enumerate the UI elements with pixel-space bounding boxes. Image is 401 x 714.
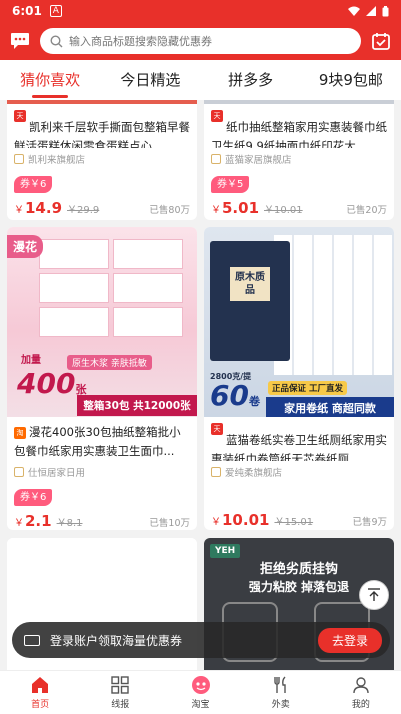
nav-home[interactable]: 首页 xyxy=(0,671,80,714)
price-row: ￥14.9 ￥29.9 已售80万 xyxy=(14,199,190,217)
ad-headline: 拒绝劣质挂钩 xyxy=(259,562,338,577)
product-banner: 家用卷纸 商超同款 xyxy=(266,397,394,417)
original-price: ￥29.9 xyxy=(67,205,100,216)
current-price: ￥14.9 xyxy=(14,199,63,217)
home-icon xyxy=(32,677,49,693)
tab-9-9-free-shipping[interactable]: 9块9包邮 xyxy=(301,60,401,100)
wifi-icon xyxy=(348,6,360,16)
paper-rolls xyxy=(274,235,392,375)
product-card[interactable]: 原木质品 2800克/提 60卷 正品保证 工厂直发 家用卷纸 商超同款 天猫蓝… xyxy=(204,227,394,530)
tmall-badge: 天猫 xyxy=(14,110,26,132)
nav-mine[interactable]: 我的 xyxy=(321,671,401,714)
promo-addon-label: 加量 xyxy=(21,355,41,366)
sold-count: 已售80万 xyxy=(149,205,190,216)
login-prompt-bar: 登录账户领取海量优惠券 去登录 xyxy=(12,622,390,658)
login-prompt-text: 登录账户领取海量优惠券 xyxy=(50,633,183,648)
tab-guess-you-like[interactable]: 猜你喜欢 xyxy=(0,60,100,100)
message-icon[interactable] xyxy=(8,29,32,53)
product-title: 天猫 蓝猫卷纸实卷卫生纸厕纸家用实惠装纸巾卷筒纸无芯卷纸厕... xyxy=(211,423,387,461)
product-card[interactable]: 漫花 原生木浆 亲肤抵敏 加量 400张 整箱30包 共12000张 淘漫花40… xyxy=(7,227,197,530)
signal-icon xyxy=(366,6,376,16)
checkin-calendar-icon[interactable] xyxy=(369,29,393,53)
taobao-badge: 淘 xyxy=(14,427,26,439)
original-price: ￥10.01 xyxy=(264,205,303,216)
battery-icon xyxy=(382,5,389,16)
product-image xyxy=(204,100,394,104)
price-row: ￥5.01 ￥10.01 已售20万 xyxy=(211,199,387,217)
arrow-up-icon xyxy=(368,588,380,601)
tab-today-picks[interactable]: 今日精选 xyxy=(100,60,200,100)
product-title: 淘漫花400张30包抽纸整箱批小包餐巾纸家用实惠装卫生面巾... xyxy=(14,425,181,458)
status-bar: 6:01 A xyxy=(0,0,401,22)
user-icon xyxy=(353,677,369,694)
original-price: ￥8.1 xyxy=(56,518,83,529)
promo-pack-banner: 整箱30包 共12000张 xyxy=(77,395,197,416)
roll-count: 60卷 xyxy=(210,379,260,412)
shop-icon xyxy=(211,154,221,164)
product-card[interactable]: 天猫 凯利来千层软手撕面包整箱早餐鲜活蛋糕休闲零食蛋糕点心... 凯利来旗舰店 券… xyxy=(7,100,197,220)
original-price: ￥15.01 xyxy=(274,517,314,528)
shop-name: 凯利来旗舰店 xyxy=(14,152,190,166)
search-icon xyxy=(50,34,63,47)
product-image: 漫花 原生木浆 亲肤抵敏 加量 400张 整箱30包 共12000张 xyxy=(7,227,197,417)
box-label: 原木质品 xyxy=(230,267,270,301)
category-tabs: 猜你喜欢 今日精选 拼多多 9块9包邮 xyxy=(0,60,401,100)
login-button[interactable]: 去登录 xyxy=(317,627,382,653)
shop-name: 蓝猫家居旗舰店 xyxy=(211,152,387,166)
shop-icon xyxy=(14,154,24,164)
sold-count: 已售20万 xyxy=(346,205,387,216)
sold-count: 已售9万 xyxy=(352,517,387,528)
ticket-icon xyxy=(24,634,40,646)
current-price: ￥10.01 xyxy=(211,511,270,529)
coupon-badge: 券￥6 xyxy=(14,489,53,506)
shop-name: 爱纯柔旗舰店 xyxy=(211,465,387,479)
tmall-badge: 天猫 xyxy=(211,423,223,445)
nav-deals[interactable]: 线报 xyxy=(80,671,160,714)
price-row: ￥2.1 ￥8.1 已售10万 xyxy=(14,512,190,530)
brand-logo: 漫花 xyxy=(7,235,44,258)
bottom-nav: 首页 线报 淘宝 外卖 我的 xyxy=(0,670,401,714)
app-notification-icon: A xyxy=(49,5,62,17)
product-card[interactable]: 天猫 纸巾抽纸整箱家用实惠装餐巾纸卫生纸9.9纸抽面巾纸印花大... 蓝猫家居旗舰… xyxy=(204,100,394,220)
product-box xyxy=(210,241,290,361)
coupon-badge: 券￥5 xyxy=(211,176,250,193)
current-price: ￥5.01 xyxy=(211,199,260,217)
shop-name: 仕恒居家日用 xyxy=(14,465,190,479)
nav-taobao[interactable]: 淘宝 xyxy=(160,671,240,714)
status-icons xyxy=(348,5,389,17)
tissue-packs xyxy=(39,239,189,349)
guarantee-tag: 正品保证 工厂直发 xyxy=(268,381,347,395)
fork-knife-icon xyxy=(274,676,286,693)
coupon-badge: 券￥6 xyxy=(14,176,53,193)
grid-icon xyxy=(111,676,129,694)
sold-count: 已售10万 xyxy=(149,518,190,529)
brand-logo: YEH xyxy=(210,544,241,558)
product-title: 天猫 凯利来千层软手撕面包整箱早餐鲜活蛋糕休闲零食蛋糕点心... xyxy=(14,110,190,148)
tmall-badge: 天猫 xyxy=(211,110,223,132)
product-feed: 天猫 凯利来千层软手撕面包整箱早餐鲜活蛋糕休闲零食蛋糕点心... 凯利来旗舰店 券… xyxy=(0,100,401,670)
taobao-icon xyxy=(191,676,210,694)
shop-icon xyxy=(211,467,221,477)
shop-icon xyxy=(14,467,24,477)
product-title: 天猫 纸巾抽纸整箱家用实惠装餐巾纸卫生纸9.9纸抽面巾纸印花大... xyxy=(211,110,387,148)
product-image: 原木质品 2800克/提 60卷 正品保证 工厂直发 家用卷纸 商超同款 xyxy=(204,227,394,417)
product-image xyxy=(7,100,197,104)
top-bar xyxy=(0,22,401,60)
status-time: 6:01 xyxy=(12,4,42,18)
scroll-top-button[interactable] xyxy=(359,580,389,610)
search-box[interactable] xyxy=(40,28,361,54)
tab-pinduoduo[interactable]: 拼多多 xyxy=(201,60,301,100)
nav-takeout[interactable]: 外卖 xyxy=(241,671,321,714)
search-input[interactable] xyxy=(69,34,351,48)
current-price: ￥2.1 xyxy=(14,512,52,530)
price-row: ￥10.01 ￥15.01 已售9万 xyxy=(211,511,387,529)
